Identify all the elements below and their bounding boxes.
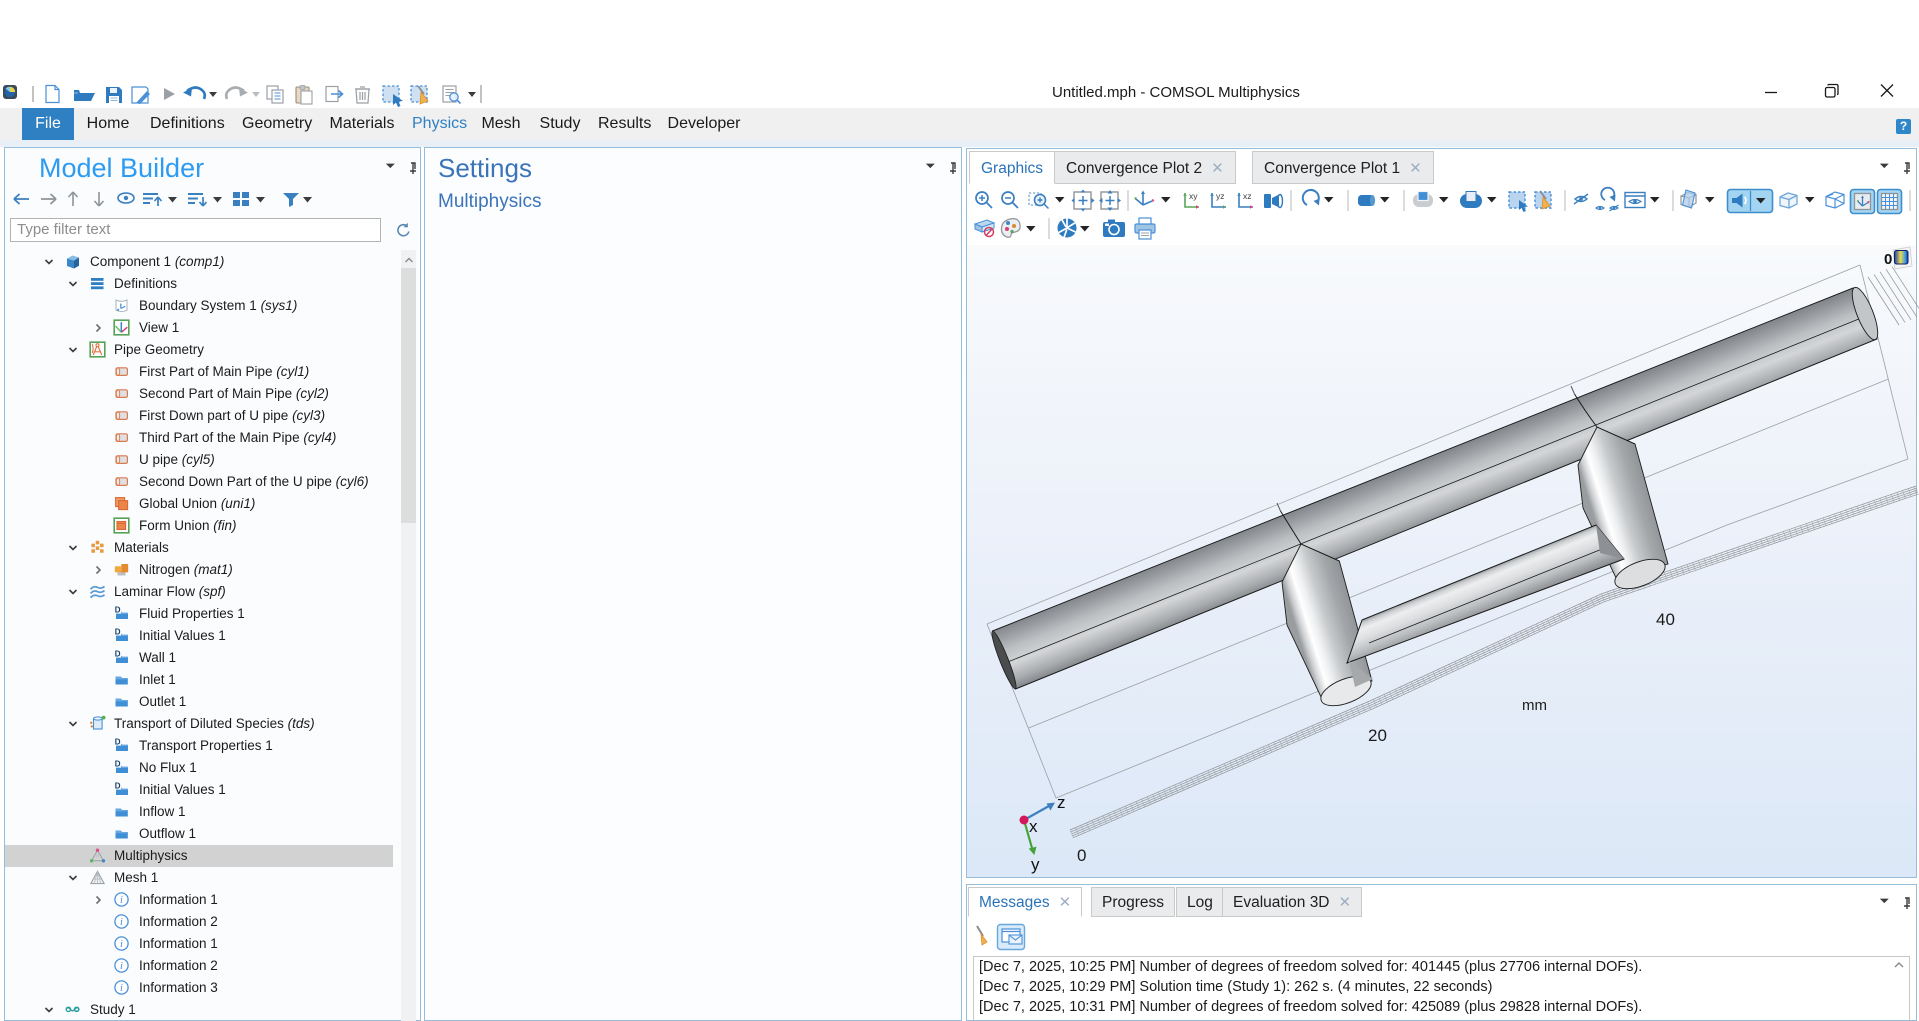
svg-text:20: 20 bbox=[1368, 726, 1387, 745]
svg-text:yz: yz bbox=[1216, 191, 1225, 201]
svg-text:0: 0 bbox=[1077, 846, 1086, 865]
svg-text:x: x bbox=[1029, 817, 1038, 836]
svg-text:0: 0 bbox=[1884, 251, 1892, 268]
svg-text:z: z bbox=[1057, 793, 1066, 812]
svg-text:xz: xz bbox=[1243, 191, 1252, 201]
svg-text:xy: xy bbox=[1189, 191, 1198, 201]
svg-text:mm: mm bbox=[1522, 697, 1547, 714]
svg-text:40: 40 bbox=[1656, 610, 1675, 629]
svg-text:y: y bbox=[1031, 855, 1040, 874]
